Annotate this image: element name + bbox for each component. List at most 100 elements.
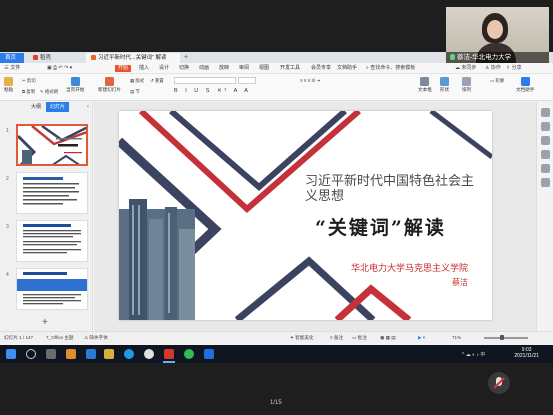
slide-thumbnail-2[interactable] — [16, 172, 88, 214]
menu-insert[interactable]: 插入 — [139, 65, 149, 72]
sidebar-icon[interactable] — [541, 136, 550, 145]
shape-button[interactable]: 形状 — [440, 77, 449, 93]
tab-docer[interactable]: 稻壳 — [28, 53, 83, 63]
close-panel-icon[interactable]: ‹ — [87, 102, 89, 112]
smart-beautify-button[interactable]: ✦ 智能美化 — [290, 332, 314, 344]
layout-button[interactable]: ▦ 版式 — [130, 78, 144, 84]
file-explorer-icon[interactable] — [104, 349, 114, 359]
menu-transition[interactable]: 切换 — [179, 65, 189, 72]
wps-icon[interactable] — [164, 349, 174, 359]
paragraph-buttons[interactable]: ≡ ≡ ≡ ☰ ⇥ — [300, 78, 320, 84]
text-box-button[interactable]: 文本框 — [418, 77, 432, 93]
menu-quick-icons[interactable]: ▣ ⎙ ↶ ↷ ▾ — [47, 65, 72, 72]
view-mode-buttons[interactable]: ▣ ▦ ▤ — [380, 332, 396, 344]
menu-view[interactable]: 视图 — [259, 65, 269, 72]
app-icon[interactable] — [144, 349, 154, 359]
new-slide-button[interactable]: 新建幻灯片 — [98, 77, 121, 93]
section-button[interactable]: ▤ 节 — [130, 89, 140, 95]
sync-status[interactable]: ☁ 未同步 — [455, 65, 476, 72]
notes-button[interactable]: ≡ 备注 — [330, 332, 343, 344]
slide-organization[interactable]: 华北电力大学马克思主义学院 — [351, 261, 468, 274]
cut-button[interactable]: ✂ 剪切 — [22, 78, 36, 84]
menu-member[interactable]: 会员专享 — [311, 65, 331, 72]
collab-button[interactable]: ♙ 协作 — [485, 65, 501, 72]
missing-font-button[interactable]: ⚠ 缺失字体 — [84, 332, 108, 344]
slide-thumbnail-3[interactable] — [16, 220, 88, 262]
arrange-button[interactable]: 排列 — [462, 77, 471, 93]
tab-slides[interactable]: 幻灯片 — [46, 102, 70, 112]
thumbnail-art — [23, 177, 79, 205]
font-size-select[interactable] — [238, 77, 256, 84]
menu-slideshow[interactable]: 放映 — [219, 65, 229, 72]
sidebar-icon[interactable] — [541, 108, 550, 117]
new-tab-button[interactable]: + — [184, 53, 188, 63]
copy-button[interactable]: ⧉ 复制 — [22, 89, 35, 95]
menu-file[interactable]: 三 文件 — [4, 65, 20, 72]
text-format-buttons[interactable]: B I U S ✕² A A — [174, 88, 251, 94]
browser-icon[interactable] — [124, 349, 134, 359]
thumbnail-art — [23, 224, 81, 254]
zoom-slider-handle[interactable] — [500, 335, 504, 340]
slide-number: 4 — [6, 272, 9, 278]
tab-outline[interactable]: 大纲 — [27, 102, 45, 112]
zoom-level[interactable]: 71% — [452, 332, 461, 344]
thumbnail-art — [18, 126, 86, 164]
slide-canvas[interactable]: 习近平新时代中国特色社会主义思想 “关键词”解读 华北电力大学马克思主义学院 蔡… — [119, 111, 492, 320]
menu-review[interactable]: 审阅 — [239, 65, 249, 72]
command-search[interactable]: ⌕ 查找命令、搜索模板 — [366, 65, 415, 72]
tab-document-label: 习近平新时代...关键词” 解读 — [98, 55, 167, 61]
system-tray[interactable]: ^ ☁ ◐ ♪ 中 — [462, 351, 485, 358]
add-slide-button[interactable]: + — [42, 317, 48, 328]
slide-thumbnail-1[interactable] — [16, 124, 88, 166]
app-icon[interactable] — [66, 349, 76, 359]
right-sidebar — [536, 102, 553, 331]
slide-panel-tabs: 大纲 幻灯片 ‹ — [0, 102, 93, 112]
outline-button[interactable]: ▭ 轮廓 — [490, 78, 504, 84]
sidebar-icon[interactable] — [541, 164, 550, 173]
mute-button[interactable] — [488, 372, 510, 394]
start-from-current-label: 当页开始 — [66, 87, 85, 92]
menu-home[interactable]: 开始 — [115, 65, 132, 72]
slide-author[interactable]: 蔡洁 — [452, 277, 468, 288]
reset-button[interactable]: ↺ 重置 — [150, 78, 164, 84]
paste-button[interactable]: 粘贴 — [4, 77, 13, 93]
font-name-select[interactable] — [174, 77, 236, 84]
browser-icon[interactable] — [86, 349, 96, 359]
taskbar-clock[interactable]: 9:03 2021/11/21 — [514, 347, 539, 359]
new-slide-icon — [104, 77, 114, 86]
shape-icon — [440, 77, 450, 86]
menu-developer[interactable]: 开发工具 — [280, 65, 300, 72]
participant-video[interactable]: 蔡洁-华北电力大学 — [446, 7, 549, 63]
slide-thumbnail-4[interactable] — [16, 268, 88, 310]
slide-keyword[interactable]: “关键词”解读 — [315, 213, 446, 240]
slide-title[interactable]: 习近平新时代中国特色社会主义思想 — [305, 173, 485, 203]
slide-count: 幻灯片 1 / 147 — [4, 335, 34, 340]
play-slideshow-button[interactable]: ▶ ▾ — [418, 332, 425, 344]
sidebar-icon[interactable] — [541, 122, 550, 131]
search-icon[interactable] — [26, 349, 36, 359]
sidebar-icon[interactable] — [541, 150, 550, 159]
format-painter-button[interactable]: ✎ 格式刷 — [40, 89, 58, 95]
menu-animation[interactable]: 动画 — [199, 65, 209, 72]
comments-button[interactable]: ▭ 批注 — [352, 332, 367, 344]
meeting-app-icon[interactable] — [204, 349, 214, 359]
share-button[interactable]: ⇪ 分享 — [506, 65, 522, 72]
menu-assistant[interactable]: 文档助手 — [337, 65, 357, 72]
menu-design[interactable]: 设计 — [159, 65, 169, 72]
start-from-current-button[interactable]: 当页开始 — [66, 77, 84, 93]
thumbnail-art — [17, 272, 87, 305]
zoom-slider[interactable] — [484, 337, 528, 339]
task-view-icon[interactable] — [46, 349, 56, 359]
meeting-bottom-bar — [0, 363, 553, 415]
outline-label: 轮廓 — [495, 78, 505, 83]
tab-document[interactable]: 习近平新时代...关键词” 解读 — [86, 53, 180, 63]
doc-assistant-button[interactable]: 文档助手 — [516, 77, 534, 93]
text-box-icon — [420, 77, 430, 86]
reset-label: 重置 — [154, 78, 164, 83]
doc-assistant-label: 文档助手 — [516, 87, 535, 92]
windows-start-icon[interactable] — [6, 349, 16, 359]
sidebar-icon[interactable] — [541, 178, 550, 187]
command-search-label: 查找命令、搜索模板 — [370, 65, 416, 71]
wechat-icon[interactable] — [184, 349, 194, 359]
tab-home[interactable]: 首页 — [0, 53, 24, 63]
